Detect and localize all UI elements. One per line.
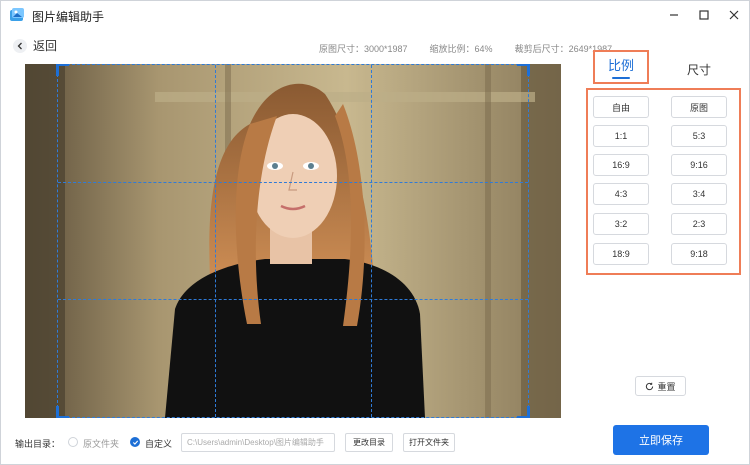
tab-ratio[interactable]: 比例 [593, 50, 649, 84]
radio-original-folder[interactable] [68, 437, 78, 447]
change-directory-button[interactable]: 更改目录 [345, 433, 393, 452]
minimize-button[interactable] [659, 1, 689, 29]
app-window: 图片编辑助手 返回 原图尺寸：3000*1987 缩放比例：64% 裁剪后尺寸：… [0, 0, 750, 465]
crop-handle-bottom-right[interactable] [517, 406, 530, 418]
refresh-icon [646, 382, 654, 390]
image-preview[interactable] [25, 64, 561, 418]
back-icon-wrap [13, 38, 27, 53]
close-icon [729, 10, 739, 20]
ratio-1-1-button[interactable]: 1:1 [593, 125, 649, 147]
app-title: 图片编辑助手 [32, 10, 105, 24]
grid-line [58, 299, 528, 301]
crop-handle-bottom-left[interactable] [56, 406, 69, 418]
ratio-free-button[interactable]: 自由 [593, 96, 649, 118]
ratio-2-3-button[interactable]: 2:3 [671, 213, 727, 235]
save-now-button[interactable]: 立即保存 [613, 425, 709, 455]
maximize-icon [699, 10, 709, 20]
chevron-left-icon [17, 42, 22, 49]
maximize-button[interactable] [689, 1, 719, 29]
original-size: 原图尺寸：3000*1987 [319, 44, 408, 54]
ratio-9-16-button[interactable]: 9:16 [671, 154, 727, 176]
crop-handle-top-right[interactable] [517, 64, 530, 76]
ratio-4-3-button[interactable]: 4:3 [593, 183, 649, 205]
radio-custom[interactable] [130, 437, 140, 447]
ratio-5-3-button[interactable]: 5:3 [671, 125, 727, 147]
window-controls [659, 1, 749, 29]
app-logo-icon [10, 8, 24, 21]
ratio-18-9-button[interactable]: 18:9 [593, 243, 649, 265]
output-dir-label: 输出目录： [15, 439, 61, 449]
ratio-16-9-button[interactable]: 16:9 [593, 154, 649, 176]
zoom-ratio: 缩放比例：64% [429, 44, 493, 54]
ratio-9-18-button[interactable]: 9:18 [671, 243, 727, 265]
output-path-input[interactable] [181, 433, 335, 452]
title-bar: 图片编辑助手 [1, 1, 749, 29]
grid-line [371, 65, 373, 417]
crop-handle-top-left[interactable] [56, 64, 69, 76]
image-info: 原图尺寸：3000*1987 缩放比例：64% 裁剪后尺寸：2649*1987 [319, 42, 612, 55]
option-original-folder-label[interactable]: 原文件夹 [83, 437, 119, 450]
open-folder-button[interactable]: 打开文件夹 [403, 433, 455, 452]
tab-ratio-label: 比例 [607, 58, 634, 73]
minimize-icon [670, 14, 678, 16]
close-button[interactable] [719, 1, 749, 29]
back-button[interactable]: 返回 [13, 37, 57, 54]
tab-active-indicator [612, 77, 630, 79]
grid-line [58, 182, 528, 184]
back-label: 返回 [33, 39, 58, 53]
ratio-original-button[interactable]: 原图 [671, 96, 727, 118]
reset-label: 重置 [657, 381, 676, 392]
tab-size[interactable]: 尺寸 [687, 61, 711, 78]
ratio-3-2-button[interactable]: 3:2 [593, 213, 649, 235]
grid-line [214, 65, 216, 417]
crop-frame[interactable] [56, 64, 530, 418]
option-custom-label[interactable]: 自定义 [145, 437, 172, 450]
check-icon [132, 440, 138, 445]
reset-button[interactable]: 重置 [635, 376, 686, 396]
ratio-3-4-button[interactable]: 3:4 [671, 183, 727, 205]
